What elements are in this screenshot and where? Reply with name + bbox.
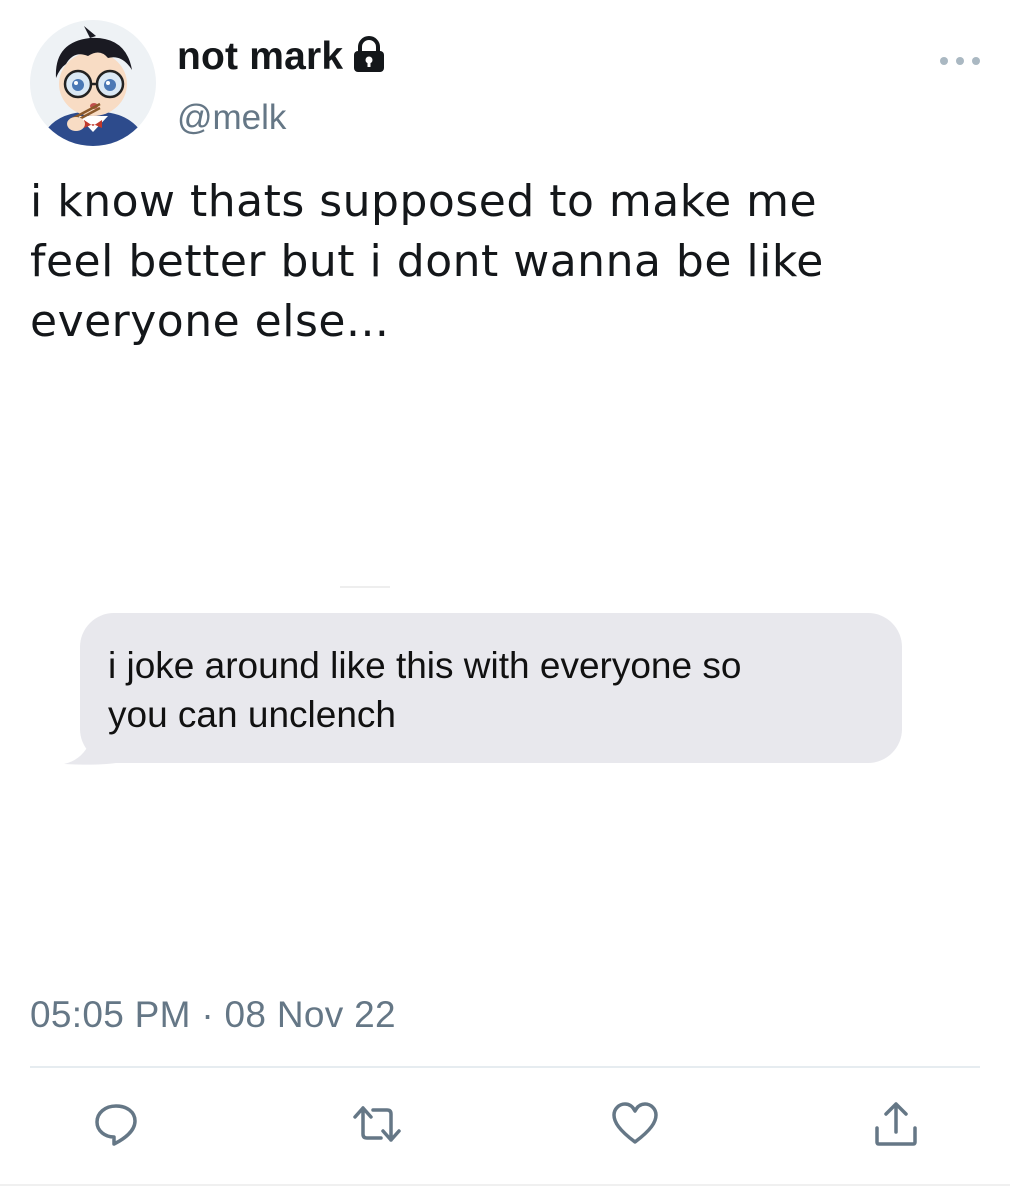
display-name[interactable]: not mark xyxy=(177,35,343,79)
avatar-image xyxy=(30,20,156,146)
more-dot xyxy=(956,57,964,65)
tweet-card: not mark @melk i know thats supposed to … xyxy=(0,0,1010,1200)
media-top-line xyxy=(340,586,390,588)
reply-icon[interactable] xyxy=(92,1100,140,1148)
avatar[interactable] xyxy=(30,20,156,146)
user-handle[interactable]: @melk xyxy=(177,98,286,138)
tweet-media[interactable]: i joke around like this with everyone so… xyxy=(30,586,980,786)
actions-divider xyxy=(30,1066,980,1068)
message-bubble: i joke around like this with everyone so… xyxy=(80,613,902,763)
more-dot xyxy=(972,57,980,65)
lock-icon xyxy=(351,36,387,74)
bottom-divider xyxy=(0,1184,1010,1186)
share-icon[interactable] xyxy=(872,1100,920,1148)
more-icon[interactable] xyxy=(940,52,980,70)
display-name-row: not mark xyxy=(177,34,387,80)
tweet-timestamp[interactable]: 05:05 PM · 08 Nov 22 xyxy=(30,994,396,1036)
tweet-text: i know thats supposed to make me feel be… xyxy=(30,176,824,347)
more-dot xyxy=(940,57,948,65)
retweet-icon[interactable] xyxy=(353,1100,401,1148)
heart-icon[interactable] xyxy=(611,1100,659,1148)
message-bubble-text: i joke around like this with everyone so… xyxy=(108,645,742,735)
